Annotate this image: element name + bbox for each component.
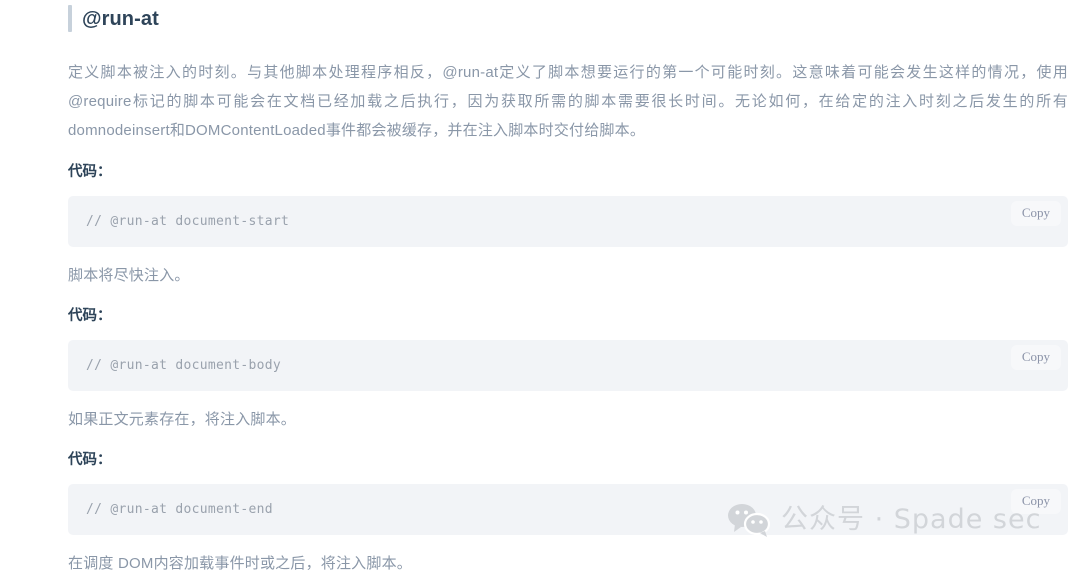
code-label: 代码： bbox=[68, 452, 112, 468]
copy-button[interactable]: Copy bbox=[1010, 489, 1061, 514]
heading-accent-bar bbox=[68, 5, 72, 32]
page-title-text: @run-at bbox=[82, 8, 159, 30]
code-label: 代码： bbox=[68, 164, 112, 180]
code-note: 在调度 DOM内容加载事件时或之后，将注入脚本。 bbox=[68, 555, 412, 572]
documentation-page: @run-at 定义脚本被注入的时刻。与其他脚本处理程序相反，@run-at定义… bbox=[0, 0, 1080, 572]
code-snippet: // @run-at document-end bbox=[86, 502, 273, 517]
code-block: // @run-at document-start Copy bbox=[68, 196, 1068, 247]
code-snippet: // @run-at document-body bbox=[86, 358, 282, 373]
copy-button[interactable]: Copy bbox=[1010, 201, 1061, 226]
code-note: 脚本将尽快注入。 bbox=[68, 267, 190, 284]
intro-paragraph: 定义脚本被注入的时刻。与其他脚本处理程序相反，@run-at定义了脚本想要运行的… bbox=[68, 64, 1068, 139]
code-label: 代码： bbox=[68, 308, 112, 324]
code-snippet: // @run-at document-start bbox=[86, 214, 290, 229]
code-note: 如果正文元素存在，将注入脚本。 bbox=[68, 411, 297, 428]
code-block: // @run-at document-end Copy bbox=[68, 484, 1068, 535]
copy-button[interactable]: Copy bbox=[1010, 345, 1061, 370]
code-block: // @run-at document-body Copy bbox=[68, 340, 1068, 391]
page-title: @run-at bbox=[68, 0, 1068, 38]
